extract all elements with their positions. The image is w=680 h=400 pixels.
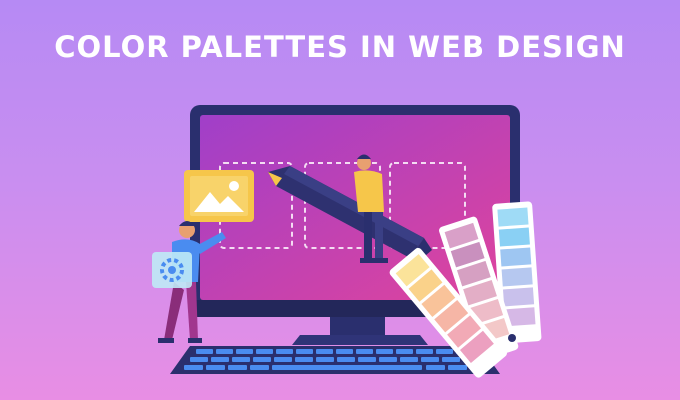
illustration — [152, 105, 542, 378]
keyboard-icon — [170, 346, 500, 374]
image-placeholder-icon — [184, 170, 254, 222]
gear-icon — [152, 252, 192, 288]
blog-banner: COLOR PALETTES IN WEB DESIGN — [0, 0, 680, 400]
